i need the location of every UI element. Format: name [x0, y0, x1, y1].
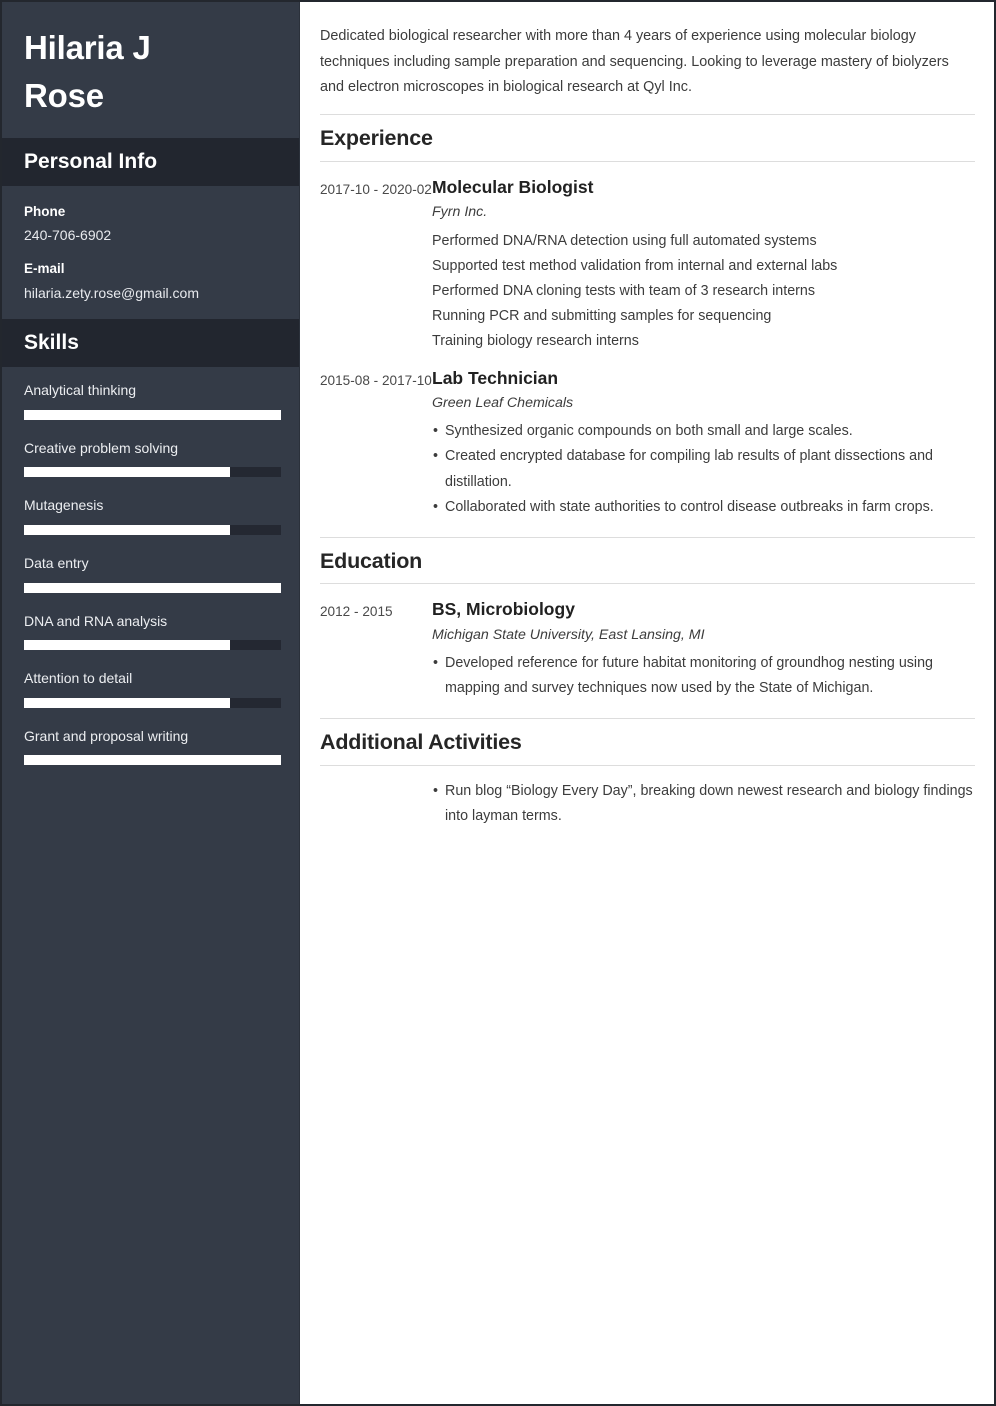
skill-label: Grant and proposal writing: [24, 727, 189, 744]
entry-bullet: Run blog “Biology Every Day”, breaking d…: [432, 779, 975, 829]
entry-content: Run blog “Biology Every Day”, breaking d…: [432, 779, 975, 829]
personal-info-header: Personal Info: [2, 137, 299, 186]
skill-item: Analytical thinking: [24, 381, 281, 420]
additional-activities-header: Additional Activities: [320, 718, 975, 767]
entry-bullet: Running PCR and submitting samples for s…: [432, 307, 772, 324]
education-header: Education: [320, 536, 975, 585]
skill-bar-track: [24, 755, 281, 766]
skill-bar-fill: [24, 640, 230, 651]
skill-label: Analytical thinking: [24, 382, 137, 399]
contact-email-label: E-mail: [24, 261, 65, 277]
entry-bullet: Training biology research interns: [432, 332, 639, 349]
experience-entry: 2015-08 - 2017-10 Lab Technician Green L…: [320, 366, 975, 520]
sidebar: Hilaria J Rose Personal Info Phone 240-7…: [2, 2, 300, 1404]
skill-item: Creative problem solving: [24, 439, 281, 478]
entry-bullet-list: Run blog “Biology Every Day”, breaking d…: [432, 779, 975, 829]
skill-label: Attention to detail: [24, 670, 133, 687]
skill-bar-track: [24, 582, 281, 593]
skill-label: Data entry: [24, 554, 89, 571]
contact-email-value[interactable]: hilaria.zety.rose@gmail.com: [24, 283, 277, 303]
experience-header: Experience: [320, 113, 975, 162]
entry-dates: 2012 - 2015: [320, 604, 393, 620]
section-experience: Experience 2017-10 - 2020-02 Molecular B…: [320, 113, 975, 520]
entry-job-title: Molecular Biologist: [432, 176, 594, 197]
candidate-name: Hilaria J Rose: [2, 2, 299, 138]
additional-activities-entry: Run blog “Biology Every Day”, breaking d…: [320, 779, 975, 829]
skill-bar-track: [24, 640, 281, 651]
skill-bar-fill: [24, 755, 281, 766]
skill-bar-track: [24, 409, 281, 420]
skill-item: Data entry: [24, 554, 281, 593]
personal-info-title: Personal Info: [24, 149, 158, 173]
skill-bar-track: [24, 697, 281, 708]
candidate-name-line-1: Hilaria J: [24, 29, 151, 66]
skill-bar-track: [24, 467, 281, 478]
entry-content: Lab Technician Green Leaf Chemicals Synt…: [432, 366, 975, 520]
skills-list: Analytical thinking Creative problem sol…: [2, 367, 299, 783]
skill-bar-fill: [24, 697, 230, 708]
skill-bar-fill: [24, 582, 281, 593]
education-title: Education: [320, 548, 423, 573]
entry-bullet: Created encrypted database for compiling…: [432, 444, 975, 494]
skills-header: Skills: [2, 318, 299, 368]
entry-dates: 2015-08 - 2017-10: [320, 372, 432, 388]
personal-info-body: Phone 240-706-6902 E-mail hilaria.zety.r…: [2, 186, 299, 319]
skill-label: Creative problem solving: [24, 439, 179, 456]
entry-bullet-list: Synthesized organic compounds on both sm…: [432, 419, 975, 519]
education-entry: 2012 - 2015 BS, Microbiology Michigan St…: [320, 597, 975, 701]
entry-bullet-list: Performed DNA/RNA detection using full a…: [432, 229, 975, 354]
skills-title: Skills: [24, 330, 79, 354]
entry-job-title: Lab Technician: [432, 367, 559, 388]
skill-item: Mutagenesis: [24, 496, 281, 535]
skill-item: DNA and RNA analysis: [24, 612, 281, 651]
entry-company: Green Leaf Chemicals: [432, 395, 574, 412]
additional-activities-entries: Run blog “Biology Every Day”, breaking d…: [320, 766, 975, 829]
skill-bar-fill: [24, 524, 230, 535]
contact-email: E-mail hilaria.zety.rose@gmail.com: [24, 259, 277, 303]
experience-entry: 2017-10 - 2020-02 Molecular Biologist Fy…: [320, 175, 975, 354]
section-education: Education 2012 - 2015 BS, Microbiology M…: [320, 536, 975, 702]
entry-degree: BS, Microbiology: [432, 599, 575, 620]
section-additional-activities: Additional Activities Run blog “Biology …: [320, 718, 975, 829]
entry-content: BS, Microbiology Michigan State Universi…: [432, 597, 975, 701]
contact-phone-value[interactable]: 240-706-6902: [24, 225, 277, 245]
skill-bar-track: [24, 524, 281, 535]
skill-bar-fill: [24, 467, 230, 478]
experience-title: Experience: [320, 125, 433, 150]
entry-dates: 2017-10 - 2020-02: [320, 181, 432, 197]
candidate-name-line-2: Rose: [24, 76, 104, 114]
experience-entries: 2017-10 - 2020-02 Molecular Biologist Fy…: [320, 162, 975, 520]
profile-summary: Dedicated biological researcher with mor…: [320, 28, 949, 96]
skill-label: DNA and RNA analysis: [24, 612, 168, 629]
skill-item: Attention to detail: [24, 669, 281, 708]
entry-bullet-list: Developed reference for future habitat m…: [432, 651, 975, 701]
resume-page: Hilaria J Rose Personal Info Phone 240-7…: [0, 0, 996, 1406]
contact-phone: Phone 240-706-6902: [24, 202, 277, 246]
entry-content: Molecular Biologist Fyrn Inc. Performed …: [432, 175, 975, 354]
additional-activities-title: Additional Activities: [320, 730, 522, 755]
entry-bullet: Synthesized organic compounds on both sm…: [432, 419, 975, 444]
entry-school: Michigan State University, East Lansing,…: [432, 626, 705, 643]
skill-label: Mutagenesis: [24, 497, 104, 514]
entry-bullet: Supported test method validation from in…: [432, 257, 838, 274]
skill-item: Grant and proposal writing: [24, 727, 281, 766]
entry-bullet: Collaborated with state authorities to c…: [432, 495, 975, 520]
education-entries: 2012 - 2015 BS, Microbiology Michigan St…: [320, 584, 975, 701]
entry-bullet: Developed reference for future habitat m…: [432, 651, 975, 701]
entry-company: Fyrn Inc.: [432, 204, 488, 221]
skill-bar-fill: [24, 409, 281, 420]
entry-bullet: Performed DNA cloning tests with team of…: [432, 282, 816, 299]
entry-bullet: Performed DNA/RNA detection using full a…: [432, 232, 817, 249]
resume-main: Dedicated biological researcher with mor…: [300, 2, 994, 1404]
contact-phone-label: Phone: [24, 203, 66, 219]
